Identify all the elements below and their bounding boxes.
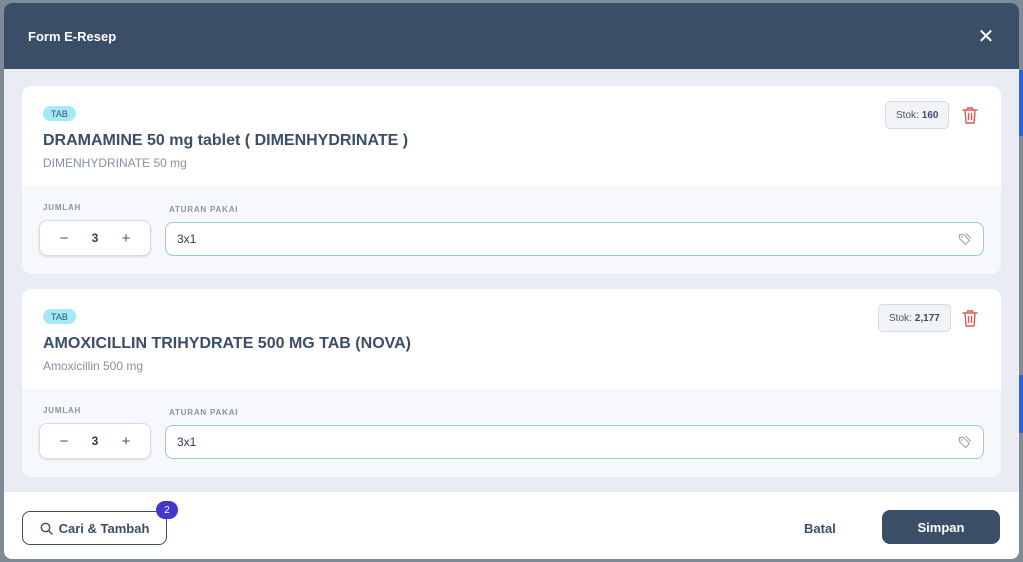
jumlah-label: JUMLAH (43, 203, 82, 212)
aturan-pakai-label: ATURAN PAKAI (169, 408, 239, 417)
stock-label: Stok: (889, 312, 912, 324)
item-inputs: JUMLAH ATURAN PAKAI − 3 + (22, 186, 1001, 274)
drug-generic-name: DIMENHYDRINATE 50 mg (43, 156, 187, 170)
prescription-list: TAB DRAMAMINE 50 mg tablet ( DIMENHYDRIN… (4, 69, 1019, 492)
stock-badge: Stok: 2,177 (878, 304, 951, 332)
dosage-form-badge: TAB (43, 309, 76, 324)
close-icon[interactable]: ✕ (975, 25, 997, 48)
aturan-pakai-input[interactable] (177, 232, 958, 246)
quantity-value[interactable]: 3 (92, 231, 99, 245)
background-accent-1 (1019, 70, 1023, 136)
e-resep-modal: Form E-Resep ✕ TAB DRAMAMINE 50 mg table… (4, 3, 1019, 559)
aturan-pakai-field (165, 425, 984, 459)
item-count-badge: 2 (156, 501, 178, 519)
decrement-button[interactable]: − (57, 230, 71, 247)
stock-value: 160 (921, 109, 939, 121)
stock-value: 2,177 (914, 312, 940, 324)
increment-button[interactable]: + (119, 433, 133, 450)
tag-icon[interactable] (958, 232, 972, 246)
tag-icon[interactable] (958, 435, 972, 449)
decrement-button[interactable]: − (57, 433, 71, 450)
item-header: TAB AMOXICILLIN TRIHYDRATE 500 MG TAB (N… (22, 289, 1001, 389)
stock-label: Stok: (896, 109, 919, 121)
background-accent-2 (1019, 375, 1023, 433)
aturan-pakai-field (165, 222, 984, 256)
search-add-label: Cari & Tambah (58, 520, 150, 536)
stock-badge: Stok: 160 (885, 101, 950, 129)
item-inputs: JUMLAH ATURAN PAKAI − 3 + (22, 389, 1001, 477)
search-add-button[interactable]: Cari & Tambah (22, 511, 167, 545)
dosage-form-badge: TAB (43, 106, 76, 121)
prescription-item: TAB AMOXICILLIN TRIHYDRATE 500 MG TAB (N… (22, 289, 1001, 477)
increment-button[interactable]: + (119, 230, 133, 247)
modal-footer: Cari & Tambah 2 Batal Simpan (4, 492, 1019, 559)
save-button[interactable]: Simpan (882, 510, 1000, 544)
prescription-item: TAB DRAMAMINE 50 mg tablet ( DIMENHYDRIN… (22, 86, 1001, 274)
modal-title: Form E-Resep (28, 28, 117, 44)
quantity-value[interactable]: 3 (92, 434, 99, 448)
drug-generic-name: Amoxicillin 500 mg (43, 359, 144, 373)
cancel-button[interactable]: Batal (804, 511, 836, 545)
trash-icon[interactable] (962, 309, 978, 327)
quantity-stepper: − 3 + (39, 220, 151, 256)
item-header: TAB DRAMAMINE 50 mg tablet ( DIMENHYDRIN… (22, 86, 1001, 186)
trash-icon[interactable] (962, 106, 978, 124)
aturan-pakai-label: ATURAN PAKAI (169, 205, 239, 214)
modal-header: Form E-Resep ✕ (4, 3, 1019, 69)
jumlah-label: JUMLAH (43, 406, 82, 415)
quantity-stepper: − 3 + (39, 423, 151, 459)
drug-name: AMOXICILLIN TRIHYDRATE 500 MG TAB (NOVA) (43, 335, 411, 352)
aturan-pakai-input[interactable] (177, 435, 958, 449)
search-icon (40, 522, 53, 535)
drug-name: DRAMAMINE 50 mg tablet ( DIMENHYDRINATE … (43, 132, 409, 149)
